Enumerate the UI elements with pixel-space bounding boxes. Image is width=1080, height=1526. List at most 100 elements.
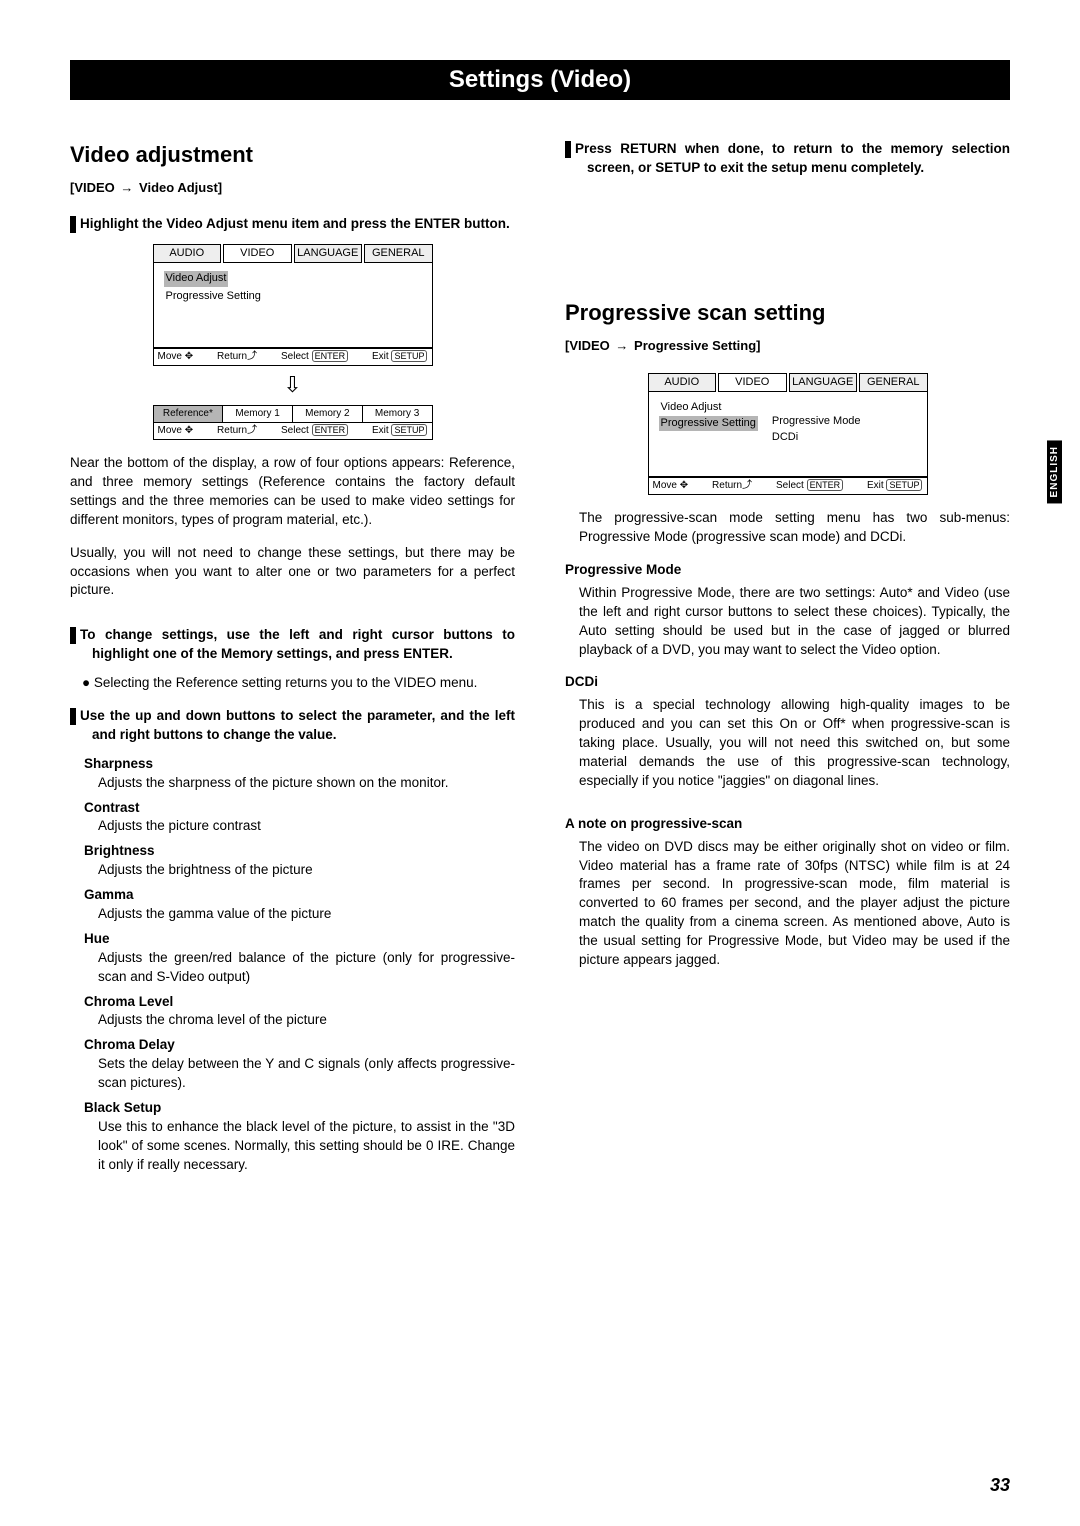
path-prefix: [VIDEO — [565, 338, 610, 353]
param-name: Gamma — [84, 886, 515, 905]
enter-button-icon: ENTER — [312, 424, 349, 436]
path-prefix: [VIDEO — [70, 180, 115, 195]
param-chroma-delay: Chroma Delay Sets the delay between the … — [70, 1036, 515, 1093]
osd-menu-1: AUDIO VIDEO LANGUAGE GENERAL Video Adjus… — [153, 244, 433, 440]
memory-cell-1: Memory 1 — [223, 406, 293, 422]
dpad-icon: ✥ — [185, 425, 193, 436]
page: Settings (Video) Video adjustment [VIDEO… — [0, 0, 1080, 1221]
right-column: 4Press RETURN when done, to return to th… — [565, 140, 1010, 1181]
param-desc: Use this to enhance the black level of t… — [84, 1118, 515, 1175]
memory-cell-reference: Reference* — [154, 406, 224, 422]
osd-tab-audio: AUDIO — [153, 244, 222, 263]
osd-item: Progressive Setting — [164, 289, 422, 304]
bullet-item: ● Selecting the Reference setting return… — [70, 674, 515, 693]
paragraph: Usually, you will not need to change the… — [70, 544, 515, 601]
enter-button-icon: ENTER — [807, 479, 844, 491]
osd-sub-item: DCDi — [772, 430, 861, 445]
osd-submenu: Progressive Mode DCDi — [772, 400, 861, 445]
param-name: Chroma Level — [84, 993, 515, 1012]
enter-button-icon: ENTER — [312, 350, 349, 362]
param-brightness: Brightness Adjusts the brightness of the… — [70, 842, 515, 880]
path-suffix: Progressive Setting] — [634, 338, 760, 353]
osd-footer-exit: Exit SETUP — [867, 479, 922, 493]
param-name: Black Setup — [84, 1099, 515, 1118]
step-number-2: 2 — [70, 627, 76, 644]
paragraph: Within Progressive Mode, there are two s… — [565, 584, 1010, 660]
osd-body: Video Adjust Progressive Setting — [153, 263, 433, 348]
osd-tab-general: GENERAL — [859, 373, 928, 392]
osd-footer-return: Return⤴ — [217, 424, 257, 438]
paragraph: Near the bottom of the display, a row of… — [70, 454, 515, 530]
section-title-progressive-scan: Progressive scan setting — [565, 298, 1010, 329]
osd-footer-return: Return⤴ — [217, 350, 257, 364]
param-desc: Adjusts the green/red balance of the pic… — [84, 949, 515, 987]
osd-body: Video Adjust Progressive Setting Progres… — [648, 392, 928, 477]
osd-footer-select: Select ENTER — [776, 479, 843, 493]
osd-menu-2: AUDIO VIDEO LANGUAGE GENERAL Video Adjus… — [648, 373, 928, 495]
param-name: Contrast — [84, 799, 515, 818]
param-desc: Adjusts the chroma level of the picture — [84, 1011, 515, 1030]
step-4: 4Press RETURN when done, to return to th… — [565, 140, 1010, 178]
param-desc: Adjusts the picture contrast — [84, 817, 515, 836]
osd-footer-select: Select ENTER — [281, 424, 348, 438]
osd-footer-exit: Exit SETUP — [372, 350, 427, 364]
memory-row: Reference* Memory 1 Memory 2 Memory 3 — [153, 405, 433, 423]
paragraph: The video on DVD discs may be either ori… — [565, 838, 1010, 970]
param-chroma-level: Chroma Level Adjusts the chroma level of… — [70, 993, 515, 1031]
step-1: 1 Highlight the Video Adjust menu item an… — [70, 215, 515, 234]
osd-tab-video: VIDEO — [223, 244, 292, 263]
osd-item-selected: Progressive Setting — [659, 416, 758, 431]
step-1-text: Highlight the Video Adjust menu item and… — [80, 216, 510, 231]
param-name: Chroma Delay — [84, 1036, 515, 1055]
osd-footer-return: Return⤴ — [712, 479, 752, 493]
param-gamma: Gamma Adjusts the gamma value of the pic… — [70, 886, 515, 924]
param-hue: Hue Adjusts the green/red balance of the… — [70, 930, 515, 987]
dpad-icon: ✥ — [680, 480, 688, 491]
menu-path: [VIDEO → Progressive Setting] — [565, 337, 1010, 355]
osd-tab-language: LANGUAGE — [789, 373, 858, 392]
section-title-video-adjustment: Video adjustment — [70, 140, 515, 171]
step-number-3: 3 — [70, 708, 76, 725]
osd-footer-move: Move ✥ — [158, 350, 194, 364]
osd-tab-language: LANGUAGE — [294, 244, 363, 263]
arrow-icon: → — [120, 179, 133, 197]
path-suffix: Video Adjust] — [139, 180, 222, 195]
subsection-note: A note on progressive-scan — [565, 815, 1010, 834]
osd-footer: Move ✥ Return⤴ Select ENTER Exit SETUP — [648, 477, 928, 495]
step-2-text: To change settings, use the left and rig… — [80, 627, 515, 661]
step-number-1: 1 — [70, 216, 76, 233]
language-tab: ENGLISH — [1047, 440, 1062, 503]
osd-tab-general: GENERAL — [364, 244, 433, 263]
step-3-text: Use the up and down buttons to select th… — [80, 708, 515, 742]
setup-button-icon: SETUP — [886, 479, 922, 491]
param-sharpness: Sharpness Adjusts the sharpness of the p… — [70, 755, 515, 793]
memory-cell-3: Memory 3 — [363, 406, 432, 422]
arrow-icon: → — [615, 337, 628, 355]
down-arrow-icon: ⇩ — [153, 370, 433, 401]
osd-footer: Move ✥ Return⤴ Select ENTER Exit SETUP — [153, 348, 433, 366]
param-contrast: Contrast Adjusts the picture contrast — [70, 799, 515, 837]
paragraph: The progressive-scan mode setting menu h… — [565, 509, 1010, 547]
left-column: Video adjustment [VIDEO → Video Adjust] … — [70, 140, 515, 1181]
osd-tab-video: VIDEO — [718, 373, 787, 392]
paragraph: This is a special technology allowing hi… — [565, 696, 1010, 790]
subsection-progressive-mode: Progressive Mode — [565, 561, 1010, 580]
memory-cell-2: Memory 2 — [293, 406, 363, 422]
param-desc: Sets the delay between the Y and C signa… — [84, 1055, 515, 1093]
return-icon: ⤴ — [247, 425, 257, 436]
step-4-text: Press RETURN when done, to return to the… — [575, 141, 1010, 175]
subsection-dcdi: DCDi — [565, 673, 1010, 692]
page-header: Settings (Video) — [70, 60, 1010, 100]
osd-footer-move: Move ✥ — [158, 424, 194, 438]
osd-footer-move: Move ✥ — [653, 479, 689, 493]
osd-footer-exit: Exit SETUP — [372, 424, 427, 438]
step-3: 3Use the up and down buttons to select t… — [70, 707, 515, 745]
osd-tabs: AUDIO VIDEO LANGUAGE GENERAL — [153, 244, 433, 263]
return-icon: ⤴ — [742, 480, 752, 491]
param-desc: Adjusts the sharpness of the picture sho… — [84, 774, 515, 793]
osd-tabs: AUDIO VIDEO LANGUAGE GENERAL — [648, 373, 928, 392]
bullet-text: Selecting the Reference setting returns … — [94, 675, 477, 690]
two-column-layout: Video adjustment [VIDEO → Video Adjust] … — [70, 140, 1010, 1181]
page-number: 33 — [990, 1475, 1010, 1496]
param-name: Sharpness — [84, 755, 515, 774]
